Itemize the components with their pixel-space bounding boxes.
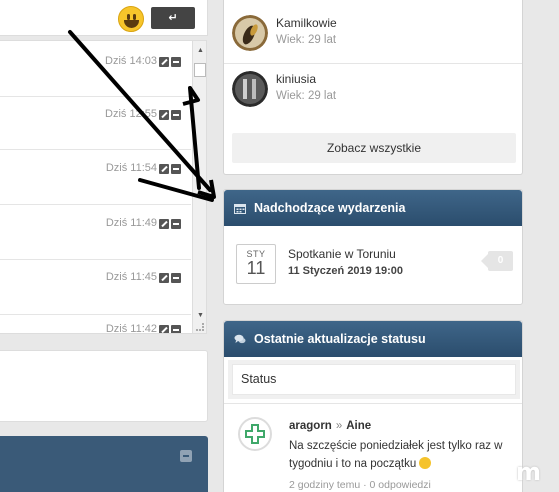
status-meta[interactable]: 2 godziny temu · 0 odpowiedzi [289, 479, 431, 491]
cross-icon-inner [247, 432, 263, 436]
events-panel-header: Nadchodzące wydarzenia [224, 190, 522, 226]
shout-time: Dziś 11:49 [105, 217, 157, 229]
status-text-container: Na szczęście poniedziałek jest tylko raz… [289, 437, 514, 473]
status-input[interactable]: Status [232, 364, 516, 395]
arrow-icon: » [335, 420, 343, 432]
events-panel-title: Nadchodzące wydarzenia [254, 201, 406, 215]
status-target[interactable]: Aine [346, 420, 371, 432]
avatar [232, 71, 268, 107]
emoji-picker-button[interactable] [118, 6, 144, 32]
shout-time: Dziś 14:03 [105, 55, 157, 67]
smiley-icon [419, 457, 432, 469]
shout-time: Dziś 11:45 [105, 271, 157, 283]
shout-row: Dziś 11:49 [0, 205, 191, 260]
avatar [232, 15, 268, 51]
edit-icon[interactable] [159, 164, 169, 174]
delete-icon[interactable] [171, 164, 181, 174]
shout-row: Dziś 12:55 [0, 97, 191, 150]
shoutbox-scrollbar[interactable]: ▲ ▼ [192, 41, 206, 333]
shout-row: Dziś 11:54 [0, 150, 191, 205]
scroll-thumb[interactable] [194, 63, 206, 77]
status-author-line: aragorn» Aine [289, 420, 371, 432]
divider [224, 63, 522, 64]
shout-row: Dziś 11:42 [0, 315, 191, 334]
delete-icon[interactable] [171, 325, 181, 333]
scroll-up-arrow-icon[interactable]: ▲ [197, 47, 204, 54]
friend-age: Wiek: 29 lat [276, 90, 337, 102]
send-button[interactable]: ↵ [151, 7, 195, 29]
event-day: 11 [246, 258, 266, 278]
event-datetime: 11 Styczeń 2019 19:00 [288, 265, 403, 277]
shoutbox-input-bar: ↵ [0, 0, 208, 36]
shout-row: Dziś 14:03 [0, 41, 191, 97]
edit-icon[interactable] [159, 325, 169, 333]
status-author[interactable]: aragorn [289, 420, 332, 432]
shout-time: Dziś 12:55 [105, 108, 157, 120]
avatar[interactable] [238, 417, 272, 451]
delete-icon[interactable] [171, 219, 181, 229]
scroll-down-arrow-icon[interactable]: ▼ [197, 312, 204, 319]
delete-icon[interactable] [171, 110, 181, 120]
event-date-box: STY 11 [236, 244, 276, 284]
status-panel: Ostatnie aktualizacje statusu Status ara… [223, 320, 523, 492]
shout-time: Dziś 11:42 [105, 323, 157, 334]
event-title-link[interactable]: Spotkanie w Toruniu [288, 247, 396, 261]
emoji-mouth [124, 20, 139, 28]
friend-name[interactable]: kiniusia [276, 72, 316, 86]
watermark-logo: m [516, 458, 542, 486]
edit-icon[interactable] [159, 57, 169, 67]
left-panel-header [0, 436, 208, 492]
shout-time: Dziś 11:54 [105, 162, 157, 174]
delete-icon[interactable] [171, 57, 181, 67]
friend-item[interactable]: Kamilkowie Wiek: 29 lat [232, 10, 516, 60]
friend-item[interactable]: kiniusia Wiek: 29 lat [232, 66, 516, 116]
collapse-icon[interactable] [180, 450, 192, 462]
status-text: Na szczęście poniedziałek jest tylko raz… [289, 440, 503, 470]
status-panel-title: Ostatnie aktualizacje statusu [254, 332, 426, 346]
shoutbox-messages: Dziś 14:03 Dziś 12:55 Dziś 11:54 Dziś 11… [0, 40, 207, 334]
edit-icon[interactable] [159, 273, 169, 283]
see-all-button[interactable]: Zobacz wszystkie [232, 133, 516, 163]
edit-icon[interactable] [159, 110, 169, 120]
divider [224, 403, 522, 404]
delete-icon[interactable] [171, 273, 181, 283]
calendar-icon [234, 204, 246, 214]
shout-row: Dziś 11:45 [0, 260, 191, 315]
status-panel-header: Ostatnie aktualizacje statusu [224, 321, 522, 357]
friends-panel: Kamilkowie Wiek: 29 lat kiniusia Wiek: 2… [223, 0, 523, 175]
edit-icon[interactable] [159, 219, 169, 229]
event-count-badge: 0 [481, 251, 513, 271]
friend-name[interactable]: Kamilkowie [276, 16, 337, 30]
resize-grip-icon[interactable] [196, 323, 204, 331]
events-panel: Nadchodzące wydarzenia STY 11 Spotkanie … [223, 189, 523, 305]
left-content-box [0, 350, 208, 422]
comments-icon [234, 334, 246, 344]
friend-age: Wiek: 29 lat [276, 34, 337, 46]
